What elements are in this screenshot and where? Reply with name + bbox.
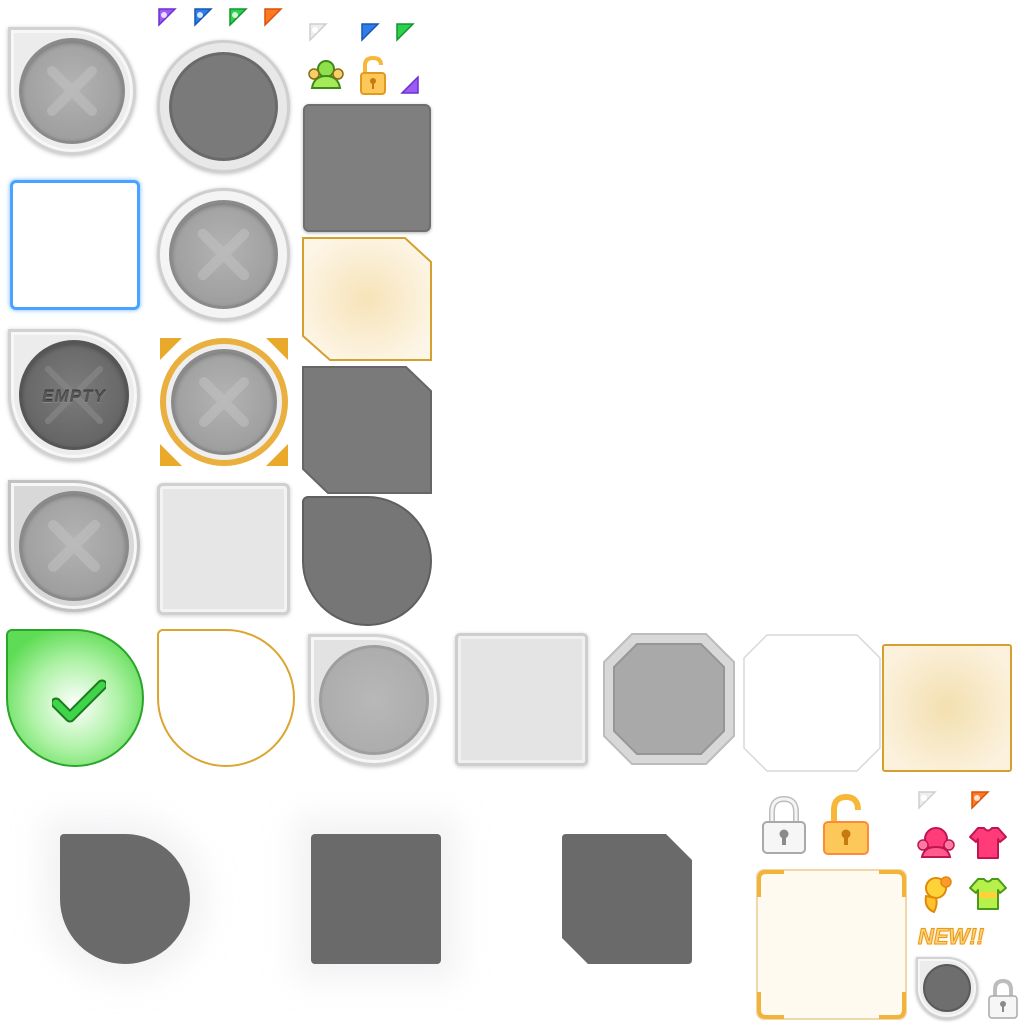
empty-label: EMPTY [42, 387, 106, 406]
slot-inner-circle [319, 645, 429, 755]
green-shirt-icon [968, 876, 1008, 917]
blue-corner-tab-icon [193, 7, 213, 27]
ring-slot-gold-selected[interactable] [158, 336, 290, 468]
octagon-slot-gold[interactable] [302, 235, 432, 363]
orange-corner-tab-icon [263, 7, 283, 27]
friends-icon [306, 58, 346, 99]
unlocked-padlock-gold-icon [821, 792, 871, 863]
item-slot-drop-default[interactable] [8, 27, 136, 155]
item-slot-selected[interactable] [10, 180, 140, 310]
green-corner-tab-icon [395, 22, 415, 42]
octagon-slot-gray[interactable] [602, 632, 736, 766]
slot-inner-circle [169, 200, 278, 309]
x-placeholder-icon [47, 66, 97, 116]
slot-inner-circle [19, 38, 125, 144]
square-slot-light[interactable] [157, 483, 290, 615]
item-slot-checked[interactable] [6, 629, 144, 767]
gray-corner-tab-icon [917, 790, 937, 810]
drop-slot-gold-outline[interactable] [157, 629, 295, 767]
x-placeholder-icon [48, 520, 100, 572]
green-corner-tab-icon [228, 7, 248, 27]
octagon-shape-shadow [562, 834, 692, 964]
octagon-slot-dark[interactable] [302, 365, 432, 495]
square-slot-pale[interactable] [455, 633, 588, 766]
x-placeholder-icon [199, 377, 249, 427]
purple-corner-tab-icon [400, 75, 420, 95]
square-slot-new[interactable] [756, 869, 907, 1020]
square-shape-shadow [311, 834, 441, 964]
slot-inner-circle-dark: EMPTY [19, 340, 129, 450]
item-slot-drop-alt[interactable] [8, 480, 140, 612]
unlocked-padlock-icon [358, 55, 388, 102]
square-slot-cream[interactable] [882, 644, 1012, 772]
slot-inner-circle-dark [169, 52, 278, 161]
purple-corner-tab-icon [157, 7, 177, 27]
pink-head-icon [916, 825, 956, 866]
pink-shirt-icon [968, 825, 1008, 866]
x-placeholder-icon [197, 228, 250, 281]
orange-corner-tab-icon [970, 790, 990, 810]
item-slot-drop-light[interactable] [308, 634, 440, 766]
ring-slot-dark[interactable] [157, 40, 290, 173]
yellow-head-icon [918, 874, 954, 919]
square-slot-dark[interactable] [303, 104, 431, 232]
octagon-slot-white[interactable] [743, 634, 881, 772]
blue-corner-tab-icon [360, 22, 380, 42]
item-slot-drop-small[interactable] [916, 957, 978, 1019]
checkmark-icon [52, 679, 106, 723]
gold-corner-brackets [757, 870, 906, 1019]
ring-slot-light[interactable] [157, 188, 290, 321]
slot-inner-circle [19, 491, 129, 601]
gray-corner-tab-icon [308, 22, 328, 42]
locked-padlock-small-icon [987, 978, 1019, 1025]
locked-padlock-icon [760, 794, 808, 861]
new-badge: NEW!! [918, 924, 985, 950]
drop-shape-shadow [60, 834, 190, 964]
slot-inner-circle-dark [923, 964, 971, 1012]
item-slot-empty[interactable]: EMPTY [8, 329, 140, 461]
slot-inner-circle [171, 349, 277, 455]
drop-slot-dark[interactable] [302, 496, 432, 626]
